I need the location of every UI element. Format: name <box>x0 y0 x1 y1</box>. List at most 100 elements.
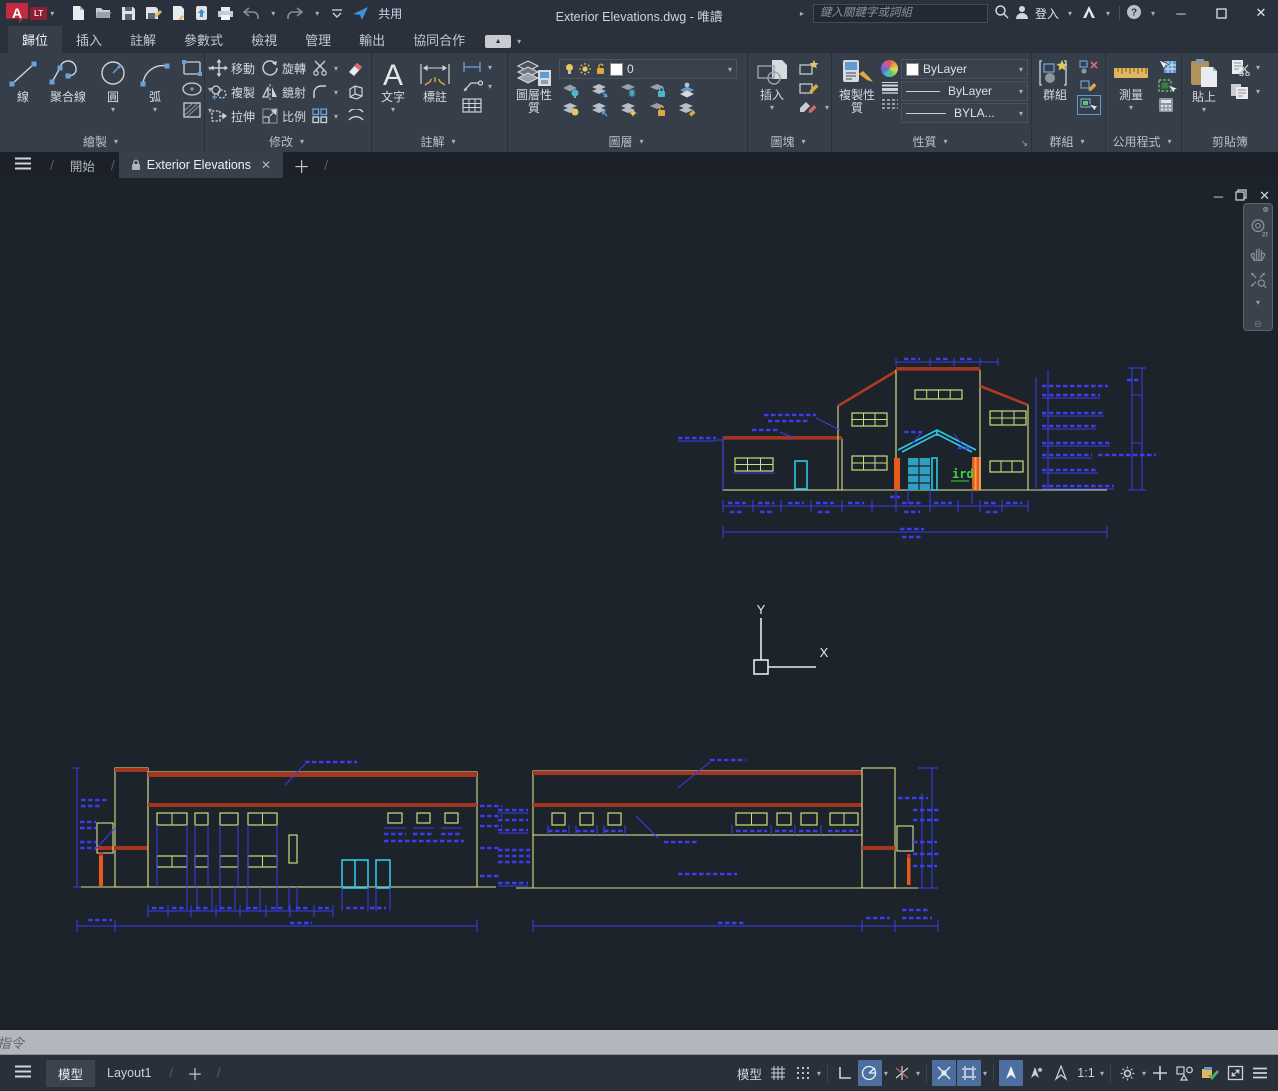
match-properties-tool[interactable]: 複製性質 <box>835 57 879 116</box>
select-similar-tool[interactable] <box>1157 78 1177 94</box>
qat-customize-button[interactable] <box>331 7 343 19</box>
redo-caret-icon[interactable]: ▾ <box>315 9 319 18</box>
layer-unisolate-icon[interactable] <box>590 102 610 117</box>
lineweight-dropdown[interactable]: ByLayer ▾ <box>901 81 1028 101</box>
offset-tool[interactable] <box>345 109 367 123</box>
new-layout-button[interactable]: ＋ <box>179 1061 211 1085</box>
share-label[interactable]: 共用 <box>378 5 402 22</box>
color-dropdown[interactable]: ByLayer ▾ <box>901 59 1028 79</box>
layer-isolate-icon[interactable] <box>590 83 610 98</box>
snap-caret-icon[interactable]: ▾ <box>816 1069 822 1078</box>
ucs-icon[interactable]: Y X <box>740 602 836 682</box>
ungroup-tool[interactable] <box>1079 59 1099 75</box>
trim-tool[interactable]: ▾ <box>310 60 343 76</box>
print-button[interactable] <box>217 6 234 21</box>
ribbon-collapse-button[interactable]: ▲ ▾ <box>485 35 524 48</box>
tab-collaborate[interactable]: 協同合作 <box>399 26 479 53</box>
tab-manage[interactable]: 管理 <box>291 26 345 53</box>
group-select-toggle[interactable] <box>1079 97 1099 113</box>
polar-tracking-toggle[interactable] <box>858 1060 882 1086</box>
search-expand-icon[interactable]: ▸ <box>800 9 804 18</box>
insert-caret-icon[interactable]: ▾ <box>770 103 774 112</box>
tab-output[interactable]: 輸出 <box>345 26 399 53</box>
lineweight-icon[interactable] <box>881 81 899 94</box>
signin-label[interactable]: 登入 <box>1035 5 1059 22</box>
group-tool[interactable]: 群組 <box>1035 57 1075 103</box>
share-icon[interactable] <box>352 6 369 21</box>
tab-parametric[interactable]: 參數式 <box>170 26 237 53</box>
scale-tool[interactable]: 比例 <box>259 107 308 125</box>
text-caret-icon[interactable]: ▾ <box>391 105 395 114</box>
settings-caret-icon[interactable]: ▾ <box>1141 1069 1147 1078</box>
fillet-tool[interactable]: ▾ <box>310 84 343 100</box>
copy-clip-tool[interactable]: ▾ <box>1229 83 1263 100</box>
insert-tool[interactable]: 插入 ▾ <box>751 57 793 113</box>
panel-label-draw[interactable]: 繪製▾ <box>0 131 204 152</box>
object-snap-toggle[interactable] <box>957 1060 981 1086</box>
quick-calculator-tool[interactable] <box>1157 97 1177 113</box>
drawing-restore-icon[interactable] <box>1235 189 1247 204</box>
navbar-options-icon[interactable]: ⊖ <box>1254 319 1262 330</box>
measure-tool[interactable]: 測量 ▾ <box>1109 57 1153 113</box>
isodraft-toggle[interactable] <box>890 1060 914 1086</box>
panel-label-groups[interactable]: 群組▾ <box>1032 131 1105 152</box>
annotation-visibility-toggle[interactable] <box>999 1060 1023 1086</box>
table-tool[interactable] <box>461 97 495 114</box>
isolate-objects-icon[interactable] <box>1173 1060 1197 1086</box>
linetype-icon[interactable] <box>881 98 899 111</box>
linear-dim-tool[interactable]: ▾ <box>461 59 495 75</box>
edit-block-tool[interactable] <box>798 79 832 96</box>
annotation-scale-value[interactable]: 1:1 <box>1074 1060 1098 1086</box>
leader-caret-icon[interactable]: ▾ <box>488 82 492 91</box>
object-snap-tracking-toggle[interactable] <box>932 1060 956 1086</box>
paste-tool[interactable]: 貼上 ▾ <box>1185 57 1223 115</box>
make-current-icon[interactable] <box>677 82 697 98</box>
trim-caret-icon[interactable]: ▾ <box>334 64 338 73</box>
panel-label-annotation[interactable]: 註解▾ <box>372 131 507 152</box>
panel-label-layers[interactable]: 圖層▾ <box>508 131 747 152</box>
layer-thaw-icon[interactable] <box>619 102 639 117</box>
polar-caret-icon[interactable]: ▾ <box>883 1069 889 1078</box>
help-caret-icon[interactable]: ▾ <box>1151 9 1155 18</box>
search-icon[interactable] <box>994 4 1009 22</box>
minimize-button[interactable]: ─ <box>1164 0 1198 26</box>
panel-label-block[interactable]: 圖塊▾ <box>748 131 831 152</box>
array-tool[interactable]: ▾ <box>310 108 343 124</box>
circle-caret-icon[interactable]: ▾ <box>111 105 115 114</box>
edit-attribute-tool[interactable]: ▾ <box>798 99 832 116</box>
layout-menu-icon[interactable] <box>0 1065 46 1082</box>
plot-batch-button[interactable] <box>171 5 186 21</box>
isodraft-caret-icon[interactable]: ▾ <box>915 1069 921 1078</box>
app-logo[interactable]: A LT ▾ <box>0 0 61 26</box>
settings-gear-icon[interactable] <box>1116 1060 1140 1086</box>
paste-caret-icon[interactable]: ▾ <box>1202 105 1206 114</box>
mirror-tool[interactable]: 鏡射 <box>259 83 308 101</box>
linear-dim-caret-icon[interactable]: ▾ <box>488 63 492 72</box>
cut-tool[interactable]: ▾ <box>1229 59 1263 76</box>
copy-tool[interactable]: 複製 <box>208 83 257 101</box>
user-icon[interactable] <box>1015 5 1029 22</box>
snap-toggle[interactable] <box>791 1060 815 1086</box>
line-tool[interactable]: 線 <box>3 57 43 105</box>
new-tab-button[interactable]: ＋ <box>283 153 320 178</box>
erase-tool[interactable] <box>345 60 367 76</box>
attribute-caret-icon[interactable]: ▾ <box>825 103 829 112</box>
clean-screen-icon[interactable] <box>1223 1060 1247 1086</box>
layer-select-dropdown[interactable]: 0 ▾ <box>559 59 737 79</box>
layer-on-icon[interactable] <box>561 102 581 117</box>
navbar-close-icon[interactable]: ⊗ <box>1262 205 1269 214</box>
layer-lock-icon[interactable] <box>648 83 668 98</box>
layer-match-icon[interactable] <box>677 101 697 117</box>
model-tab[interactable]: 模型 <box>46 1060 95 1087</box>
polyline-tool[interactable]: 聚合線 <box>45 57 91 105</box>
autodesk-logo-icon[interactable] <box>1081 5 1097 22</box>
crosshair-plus-icon[interactable] <box>1148 1060 1172 1086</box>
steering-wheel-2d-icon[interactable]: 2D <box>1248 218 1268 237</box>
mobile-upload-button[interactable] <box>195 5 208 21</box>
rotate-tool[interactable]: 旋轉 <box>259 59 308 77</box>
undo-caret-icon[interactable]: ▾ <box>271 9 275 18</box>
create-block-tool[interactable] <box>798 59 832 76</box>
quick-select-tool[interactable] <box>1157 59 1177 75</box>
maximize-button[interactable] <box>1204 0 1238 26</box>
grid-toggle[interactable] <box>766 1060 790 1086</box>
